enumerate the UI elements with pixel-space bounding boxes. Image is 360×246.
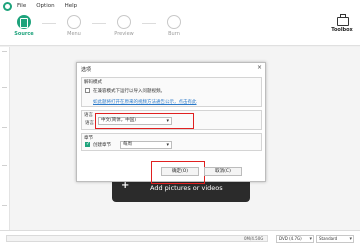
left-strip (0, 47, 10, 230)
strip-line (2, 87, 7, 88)
step-menu[interactable]: Menu (56, 13, 92, 43)
disc-type-select[interactable]: DVD (4.7G) (276, 235, 314, 243)
toolbox-label: Toolbox (331, 27, 353, 33)
step-preview-label: Preview (114, 31, 134, 37)
ok-button[interactable]: 确定(O) (161, 167, 199, 176)
burn-icon (167, 15, 181, 29)
quality-select[interactable]: Standard (316, 235, 354, 243)
toolbox-button[interactable]: Toolbox (328, 14, 356, 33)
compat-mode-checkbox[interactable] (85, 88, 90, 93)
disc-capacity-bar (6, 235, 268, 242)
menu-option[interactable]: Option (36, 3, 54, 9)
dialog-title: 选项 (81, 67, 92, 73)
decode-mode-group: 解码模式 在兼容模式下运行以导入问题视频。 如此题将打开在原来的视频方法通告公示… (81, 77, 262, 107)
menu-file[interactable]: File (17, 3, 26, 9)
strip-line (2, 165, 7, 166)
app-logo-icon (3, 2, 12, 11)
step-source[interactable]: Source (6, 13, 42, 43)
disc-size-text: 0M/4.50G (244, 236, 264, 241)
compat-mode-label: 在兼容模式下运行以导入问题视频。 (93, 89, 165, 94)
step-preview[interactable]: Preview (106, 13, 142, 43)
strip-line (2, 127, 7, 128)
step-source-label: Source (14, 31, 34, 37)
cancel-button[interactable]: 取消(C) (204, 167, 242, 176)
chapter-group-title: 章节 (84, 136, 93, 141)
source-icon (17, 15, 31, 29)
step-menu-label: Menu (67, 31, 81, 37)
strip-line (2, 205, 7, 206)
add-media-label: Add pictures or videos (150, 184, 223, 192)
language-group: 语言 语言 中文(简体，中国) (81, 110, 262, 130)
status-bar: 0M/4.50G DVD (4.7G) Standard (0, 230, 360, 246)
step-burn[interactable]: Burn (156, 13, 192, 43)
step-separator (92, 23, 106, 24)
chapter-interval-select[interactable]: 每周 (120, 141, 172, 149)
step-burn-label: Burn (168, 31, 180, 37)
menu-icon (67, 15, 81, 29)
create-chapter-label: 创建章节 (93, 143, 111, 148)
strip-line (2, 51, 7, 52)
step-separator (142, 23, 156, 24)
decode-mode-title: 解码模式 (84, 80, 102, 85)
top-bar: File Option Help Source Menu Preview Bur… (0, 0, 360, 46)
preview-icon (117, 15, 131, 29)
close-icon[interactable]: × (257, 64, 262, 71)
chapter-group: 章节 创建章节 每周 (81, 133, 262, 151)
create-chapter-checkbox[interactable] (85, 141, 90, 147)
toolbox-icon (336, 14, 349, 26)
workflow-steps: Source Menu Preview Burn (6, 13, 192, 43)
dialog-body: 解码模式 在兼容模式下运行以导入问题视频。 如此题将打开在原来的视频方法通告公示… (81, 77, 262, 154)
decode-help-link[interactable]: 如此题将打开在原来的视频方法通告公示，点击有此 (93, 99, 197, 105)
options-dialog: 选项 × 解码模式 在兼容模式下运行以导入问题视频。 如此题将打开在原来的视频方… (76, 62, 266, 184)
step-separator (42, 23, 56, 24)
language-label: 语言 (85, 121, 94, 126)
menu-help[interactable]: Help (65, 3, 78, 9)
highlight-box (95, 113, 194, 129)
menu-bar: File Option Help (17, 3, 77, 9)
